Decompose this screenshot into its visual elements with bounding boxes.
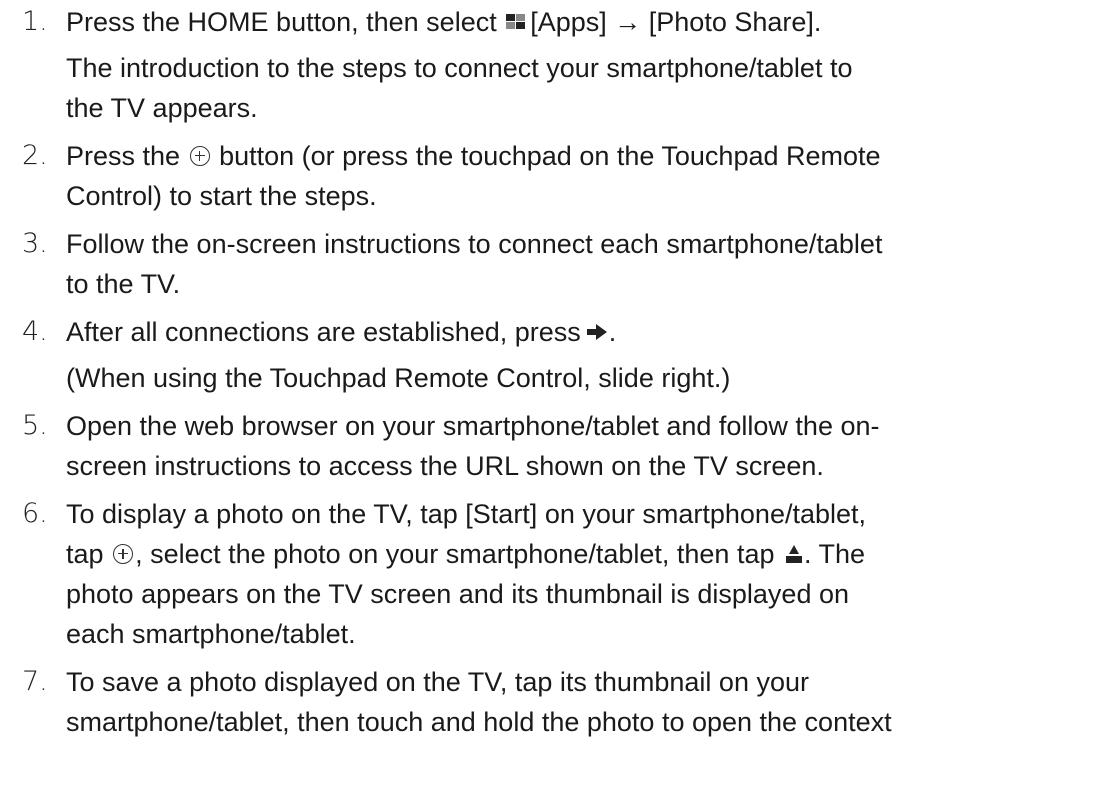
step-text: Open the web browser on your smartphone/… [66,411,880,481]
step-number: 4. [22,316,48,347]
apps-icon [506,13,526,30]
step-note: The introduction to the steps to connect… [66,53,853,123]
step-text: To display a photo on the TV, tap [Start… [66,499,867,649]
enter-button-icon [189,145,210,166]
step-text: After all connections are established, p… [66,312,1112,398]
right-arrow-icon [585,323,609,340]
step-7: 7. To save a photo displayed on the TV, … [22,662,1112,742]
step-4: 4. After all connections are established… [22,312,1112,398]
step-2: 2. Press the button (or press the touchp… [22,136,1112,216]
step-number: 7. [22,666,48,697]
step-5: 5. Open the web browser on your smartpho… [22,406,1112,486]
step-3: 3. Follow the on-screen instructions to … [22,224,1112,304]
step-number: 1. [22,6,48,37]
enter-button-icon [113,543,134,564]
step-number: 2. [22,140,48,171]
step-text: To save a photo displayed on the TV, tap… [66,667,892,737]
step-text: Press the button (or press the touchpad … [66,141,881,211]
step-text: Follow the on-screen instructions to con… [66,229,883,299]
instruction-steps: 1. Press the HOME button, then select [A… [0,0,1112,742]
step-number: 3. [22,228,48,259]
step-1: 1. Press the HOME button, then select [A… [22,2,1112,128]
step-number: 5. [22,410,48,441]
step-text: Press the HOME button, then select [Apps… [66,2,1112,128]
upload-icon [786,544,802,563]
step-number: 6. [22,498,48,529]
step-6: 6. To display a photo on the TV, tap [St… [22,494,1112,654]
step-note: (When using the Touchpad Remote Control,… [66,363,731,393]
